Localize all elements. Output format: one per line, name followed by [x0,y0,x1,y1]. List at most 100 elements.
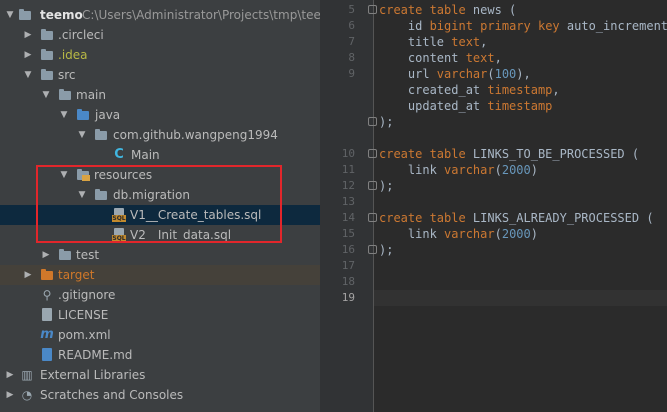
folder-icon [40,28,54,42]
current-line-highlight [374,290,667,306]
markdown-file-icon [40,348,54,362]
fold-icon[interactable] [368,149,377,158]
line-number: 18 [341,275,355,288]
tree-item-readme[interactable]: README.md [0,345,320,365]
tree-item-label: test [76,248,100,262]
folder-icon [40,68,54,82]
tree-item-label: External Libraries [40,368,146,382]
tree-item-label: .idea [58,48,88,62]
code-line[interactable]: create table LINKS_ALREADY_PROCESSED ( [379,210,654,226]
fold-icon[interactable] [368,117,377,126]
tree-item-src[interactable]: ▼ src [0,65,320,85]
tree-item-idea[interactable]: ▶ .idea [0,45,320,65]
fold-icon[interactable] [368,5,377,14]
expand-arrow-icon[interactable]: ▶ [22,25,34,45]
line-number: 5 [348,3,355,16]
collapse-arrow-icon[interactable]: ▼ [58,105,70,125]
tree-item-external-libraries[interactable]: ▶ ▥ External Libraries [0,365,320,385]
fold-icon[interactable] [368,213,377,222]
library-icon: ▥ [21,368,33,382]
tree-item-target[interactable]: ▶ target [0,265,320,285]
folder-icon [58,88,72,102]
expand-arrow-icon[interactable]: ▶ [4,365,16,385]
code-line[interactable]: created_at timestamp, [379,82,560,98]
folder-icon [40,48,54,62]
fold-icon[interactable] [368,181,377,190]
line-number: 11 [341,163,355,176]
scratches-icon: ◔ [21,388,33,402]
tree-item-license[interactable]: LICENSE [0,305,320,325]
project-tool-window: ▼ teemo C:\Users\Administrator\Projects\… [0,0,320,412]
code-line[interactable]: id bigint primary key auto_increment, [379,18,667,34]
code-line[interactable]: create table LINKS_TO_BE_PROCESSED ( [379,146,639,162]
fold-icon[interactable] [368,245,377,254]
code-line[interactable]: updated_at timestamp [379,98,553,114]
tree-item-package[interactable]: ▼ com.github.wangpeng1994 [0,125,320,145]
tree-item-label: pom.xml [58,328,111,342]
line-number: 12 [341,179,355,192]
collapse-arrow-icon[interactable]: ▼ [22,65,34,85]
gitignore-file-icon: ⚲ [42,288,52,302]
tree-item-label: target [58,268,95,282]
line-number: 8 [348,51,355,64]
code-line[interactable]: title text, [379,34,488,50]
source-folder-icon [76,108,90,122]
folder-icon [58,248,72,262]
code-editor[interactable]: 5 6 7 8 9 10 11 12 13 14 15 16 17 18 19 … [320,0,667,412]
code-line[interactable]: create table news ( [379,2,516,18]
tree-item-label: README.md [58,348,133,362]
code-line[interactable]: ); [379,178,393,194]
tree-item-label: java [95,108,121,122]
tree-item-main[interactable]: ▼ main [0,85,320,105]
collapse-arrow-icon[interactable]: ▼ [40,85,52,105]
expand-arrow-icon[interactable]: ▶ [40,245,52,265]
tree-item-gitignore[interactable]: ⚲ .gitignore [0,285,320,305]
text-file-icon [40,308,54,322]
tree-item-scratches[interactable]: ▶ ◔ Scratches and Consoles [0,385,320,405]
tree-item-label: Scratches and Consoles [40,388,184,402]
line-number-gutter: 5 6 7 8 9 10 11 12 13 14 15 16 17 18 19 [320,0,377,412]
tree-item-label: .gitignore [58,288,116,302]
line-number: 10 [341,147,355,160]
root-path: C:\Users\Administrator\Projects\tmp\teem… [82,8,320,22]
line-number: 17 [341,259,355,272]
tree-item-label: com.github.wangpeng1994 [113,128,278,142]
code-line[interactable]: ); [379,114,393,130]
line-number: 14 [341,211,355,224]
folder-icon [18,8,32,22]
code-line[interactable]: url varchar(100), [379,66,531,82]
line-number: 7 [348,35,355,48]
tree-item-circleci[interactable]: ▶ .circleci [0,25,320,45]
package-icon [94,128,108,142]
line-number: 6 [348,19,355,32]
tree-item-label: LICENSE [58,308,109,322]
tree-item-label: .circleci [58,28,104,42]
expand-arrow-icon[interactable]: ▶ [22,45,34,65]
collapse-arrow-icon[interactable]: ▼ [4,5,16,25]
expand-arrow-icon[interactable]: ▶ [4,385,16,405]
line-number-current: 19 [341,291,355,304]
tree-item-pom[interactable]: m pom.xml [0,325,320,345]
maven-file-icon: m [40,327,54,342]
line-number: 13 [341,195,355,208]
excluded-folder-icon [40,268,54,282]
code-line[interactable]: ); [379,242,393,258]
collapse-arrow-icon[interactable]: ▼ [76,125,88,145]
root-name: teemo [40,8,83,22]
tree-item-main-class[interactable]: C Main [0,145,320,165]
code-line[interactable]: content text, [379,50,502,66]
line-number: 9 [348,67,355,80]
line-number: 16 [341,243,355,256]
tree-item-label: src [58,68,76,82]
expand-arrow-icon[interactable]: ▶ [22,265,34,285]
java-class-icon: C [114,147,124,162]
tree-item-label: Main [131,148,160,162]
code-line[interactable]: link varchar(2000) [379,162,538,178]
tree-item-java[interactable]: ▼ java [0,105,320,125]
line-number: 15 [341,227,355,240]
highlight-box [36,165,282,243]
tree-item-test[interactable]: ▶ test [0,245,320,265]
tree-root-teemo[interactable]: ▼ teemo C:\Users\Administrator\Projects\… [0,5,320,25]
tree-item-label: main [76,88,106,102]
code-line[interactable]: link varchar(2000) [379,226,538,242]
